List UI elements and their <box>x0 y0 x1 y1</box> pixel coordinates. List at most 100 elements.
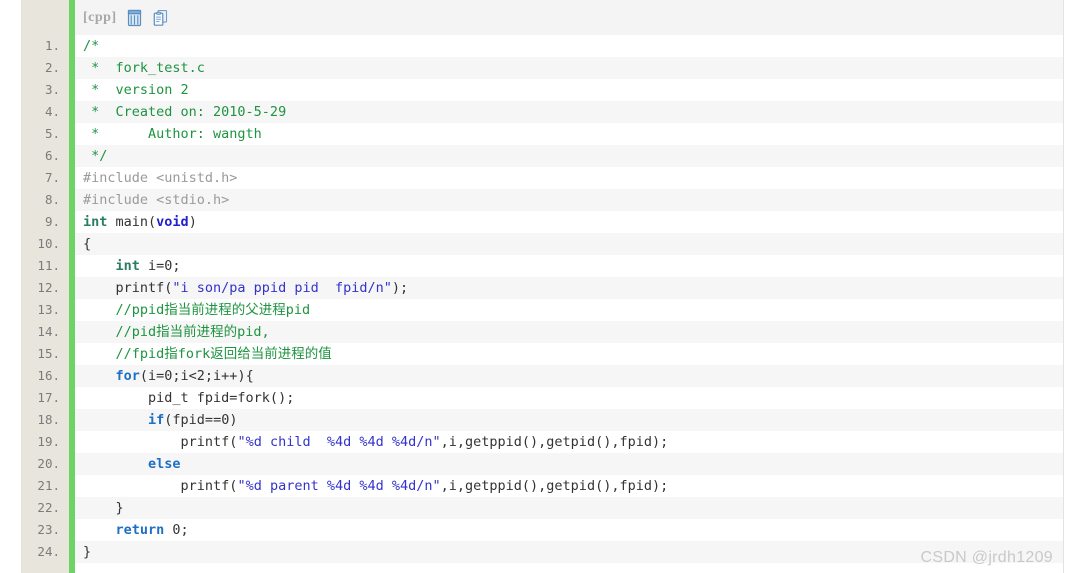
code-token: #include <stdio.h> <box>83 192 230 208</box>
code-token: * fork_test.c <box>83 60 205 76</box>
code-line-text: * version 2 <box>83 79 1063 101</box>
code-token: i=0; <box>139 258 181 274</box>
code-line-text: * fork_test.c <box>83 57 1063 79</box>
code-line: 13. //ppid指当前进程的父进程pid <box>22 299 1063 321</box>
line-green-bar-cell <box>69 167 75 189</box>
code-line: 9. int main(void) <box>22 211 1063 233</box>
code-line: 17. pid_t fpid=fork(); <box>22 387 1063 409</box>
line-green-bar-cell <box>69 277 75 299</box>
code-token: else <box>148 456 181 472</box>
line-number: 2. <box>44 60 60 75</box>
line-number: 5. <box>44 126 60 141</box>
view-plain-icon[interactable] <box>126 9 143 27</box>
code-token: * Author: wangth <box>83 126 262 142</box>
line-number: 8. <box>44 192 60 207</box>
line-green-bar-cell <box>69 321 75 343</box>
code-token: ,i,getppid(),getpid(),fpid); <box>440 434 669 450</box>
code-token: pid_t fpid=fork(); <box>83 390 295 406</box>
code-token: //ppid指当前进程的父进程pid <box>83 302 311 318</box>
snippet-toolbar: [cpp] <box>22 0 1063 35</box>
code-line-text: //fpid指fork返回给当前进程的值 <box>83 343 1063 365</box>
code-line: 6. */ <box>22 145 1063 167</box>
code-token: printf( <box>83 434 238 450</box>
line-green-bar-cell <box>69 123 75 145</box>
code-line: 7. #include <unistd.h> <box>22 167 1063 189</box>
code-token: } <box>83 500 124 516</box>
code-token: main( <box>107 214 157 230</box>
code-token: /* <box>83 38 100 54</box>
line-number: 15. <box>37 346 60 361</box>
line-number: 9. <box>44 214 60 229</box>
code-line-text: return 0; <box>83 519 1063 541</box>
code-line-text: { <box>83 233 1063 255</box>
code-line: 10. { <box>22 233 1063 255</box>
code-line-text: //ppid指当前进程的父进程pid <box>83 299 1063 321</box>
line-number: 20. <box>37 456 60 471</box>
line-green-bar-cell <box>69 343 75 365</box>
line-number: 16. <box>37 368 60 383</box>
watermark: CSDN @jrdh1209 <box>920 549 1053 566</box>
code-line: 1. /* <box>22 35 1063 57</box>
line-green-bar-cell <box>69 453 75 475</box>
code-line: 18. if(fpid==0) <box>22 409 1063 431</box>
line-green-bar-cell <box>69 475 75 497</box>
line-green-bar-cell <box>69 57 75 79</box>
copy-to-clipboard-icon[interactable] <box>152 9 169 27</box>
line-number: 7. <box>44 170 60 185</box>
line-number: 24. <box>37 544 60 559</box>
code-token: int <box>83 214 108 230</box>
line-green-bar-cell <box>69 519 75 541</box>
code-token: ,i,getppid(),getpid(),fpid); <box>440 478 669 494</box>
code-lines-container: 1. /* 2. * fork_test.c 3. * version 2 4. * C… <box>22 35 1063 573</box>
code-token: //pid指当前进程的pid, <box>83 324 270 340</box>
code-line: 11. int i=0; <box>22 255 1063 277</box>
toolbar-controls: [cpp] <box>75 0 169 35</box>
line-number: 3. <box>44 82 60 97</box>
code-line: 8. #include <stdio.h> <box>22 189 1063 211</box>
line-green-bar-cell <box>69 211 75 233</box>
line-number: 18. <box>37 412 60 427</box>
line-green-bar-cell <box>69 365 75 387</box>
code-line: 12. printf("i son/pa ppid pid fpid/n"); <box>22 277 1063 299</box>
line-green-bar-cell <box>69 233 75 255</box>
code-line-text: * Author: wangth <box>83 123 1063 145</box>
line-number: 19. <box>37 434 60 449</box>
line-number: 13. <box>37 302 60 317</box>
code-line-text: } <box>83 497 1063 519</box>
line-number: 6. <box>44 148 60 163</box>
line-green-bar-cell <box>69 299 75 321</box>
line-number: 14. <box>37 324 60 339</box>
line-number: 17. <box>37 390 60 405</box>
line-green-bar-cell <box>69 497 75 519</box>
code-line: 5. * Author: wangth <box>22 123 1063 145</box>
line-number: 1. <box>44 38 60 53</box>
code-line-text: } <box>83 541 1063 563</box>
line-green-bar-cell <box>69 101 75 123</box>
code-line: 14. //pid指当前进程的pid, <box>22 321 1063 343</box>
line-green-bar-cell <box>69 255 75 277</box>
code-token: int <box>115 258 140 274</box>
code-line-text: for(i=0;i<2;i++){ <box>83 365 1063 387</box>
code-line-text: * Created on: 2010-5-29 <box>83 101 1063 123</box>
code-line: 22. } <box>22 497 1063 519</box>
line-number: 22. <box>37 500 60 515</box>
code-line: 19. printf("%d child %4d %4d %4d/n",i,ge… <box>22 431 1063 453</box>
code-line-text: /* <box>83 35 1063 57</box>
code-listing[interactable]: 1. /* 2. * fork_test.c 3. * version 2 4. * C… <box>22 35 1063 573</box>
code-line: 23. return 0; <box>22 519 1063 541</box>
code-line-text: else <box>83 453 1063 475</box>
line-number: 4. <box>44 104 60 119</box>
code-line-text: */ <box>83 145 1063 167</box>
code-line-text: int i=0; <box>83 255 1063 277</box>
code-token: (fpid==0) <box>164 412 238 428</box>
code-token: #include <unistd.h> <box>83 170 238 186</box>
code-line: 24.} <box>22 541 1063 563</box>
line-green-bar-cell <box>69 145 75 167</box>
code-line-text: int main(void) <box>83 211 1063 233</box>
code-line: 2. * fork_test.c <box>22 57 1063 79</box>
code-line: 16. for(i=0;i<2;i++){ <box>22 365 1063 387</box>
line-number: 23. <box>37 522 60 537</box>
